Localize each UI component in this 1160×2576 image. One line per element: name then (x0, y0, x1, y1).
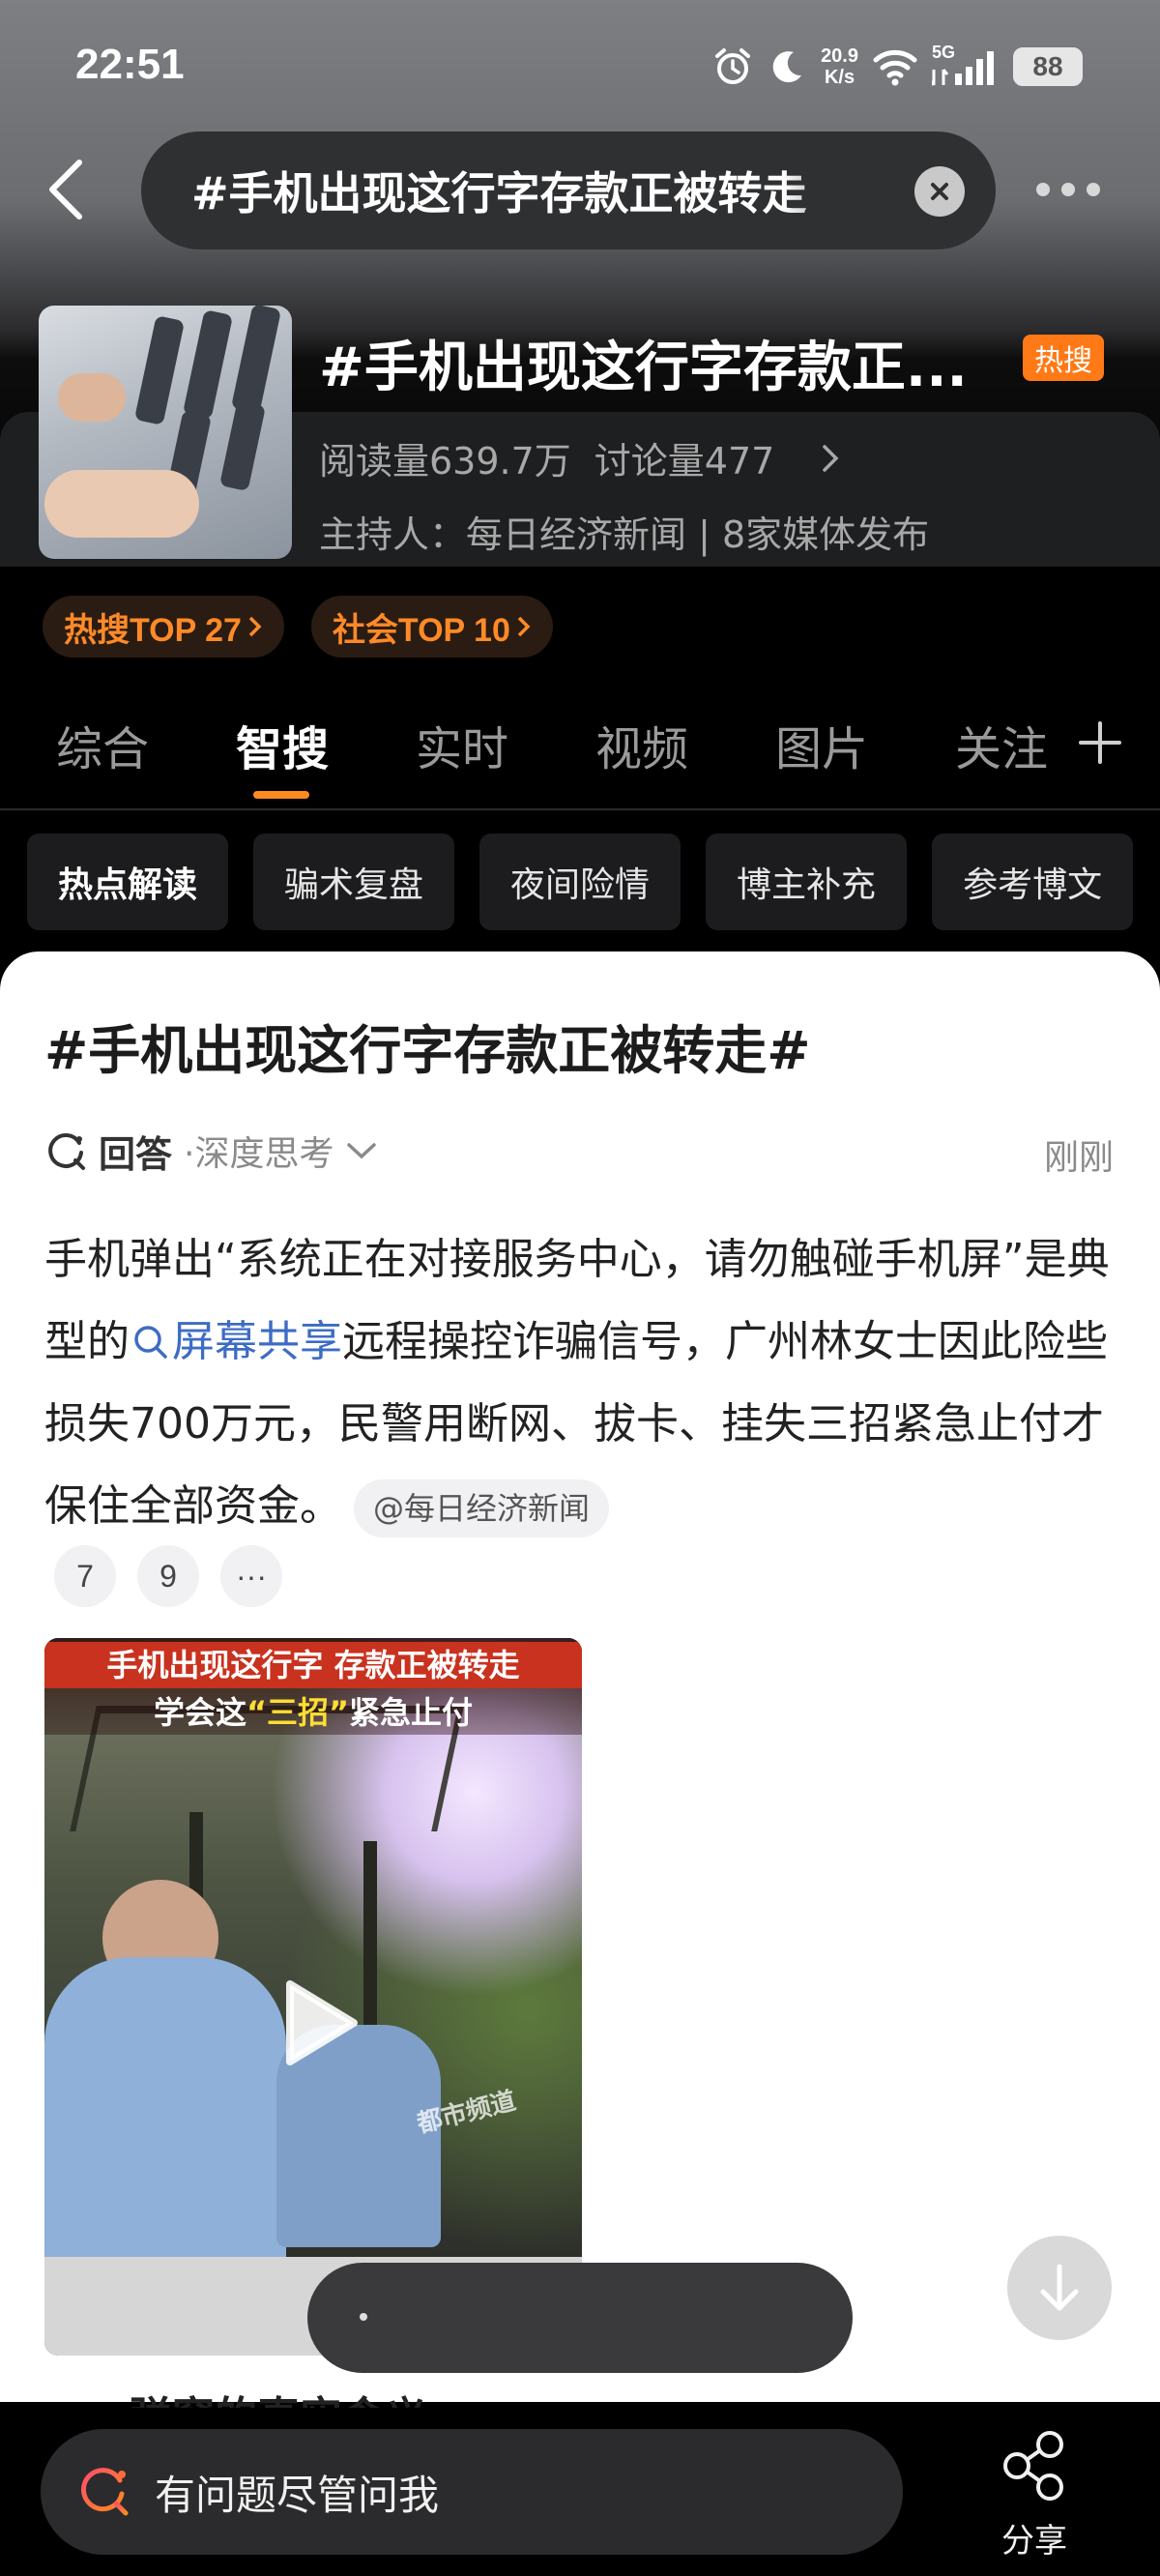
answer-label: 回答 (99, 1132, 173, 1176)
society-rank-label: 社会TOP 10 (332, 611, 510, 649)
chevron-right-icon (517, 616, 531, 637)
wifi-icon (873, 49, 917, 86)
back-arrow-icon[interactable] (39, 155, 97, 224)
tab-smart-search[interactable]: 智搜 (236, 706, 329, 783)
status-icons: 20.9 K/s 5G 88 (712, 43, 1083, 91)
more-dot-icon (1087, 183, 1100, 196)
loading-dot (360, 2313, 367, 2321)
net-speed-value: 20.9 (821, 45, 858, 67)
ask-placeholder: 有问题尽管问我 (155, 2471, 440, 2519)
caption-part: 紧急止付 (349, 1694, 474, 1731)
tab-bar: 综合 智搜 实时 视频 图片 关注 (0, 706, 1160, 812)
ai-search-icon (81, 2468, 129, 2516)
video-scene-person (44, 1957, 286, 2286)
play-icon[interactable] (276, 1975, 363, 2071)
hot-badge: 热搜 (1023, 335, 1104, 381)
loading-toast (307, 2263, 853, 2373)
net-speed-unit: K/s (824, 67, 856, 88)
answer-title: #手机出现这行字存款正被转走# (44, 1020, 811, 1081)
thumb-hand (58, 373, 126, 422)
chip-night-danger[interactable]: 夜间险情 (479, 834, 682, 930)
topic-host: 主持人：每日经济新闻 | 8家媒体发布 (319, 513, 930, 556)
clear-search-button[interactable] (914, 166, 965, 217)
caption-part: 学会这 (153, 1694, 246, 1731)
reference-badge[interactable]: 9 (137, 1545, 199, 1607)
reference-badge[interactable]: 7 (54, 1545, 116, 1607)
discussion-count: 讨论量477 (594, 440, 775, 483)
search-icon (134, 1326, 167, 1359)
reference-list: 7 9 ··· (54, 1545, 282, 1607)
search-link-text: 屏幕共享 (172, 1317, 342, 1366)
answer-card: #手机出现这行字存款正被转走# 回答 ·深度思考 刚刚 手机弹出“系统正在对接服… (0, 951, 1160, 2443)
topic-title[interactable]: #手机出现这行字存款正... (319, 324, 968, 402)
thumb-phone (230, 306, 282, 414)
hot-rank-label: 热搜TOP 27 (64, 611, 242, 649)
arrow-down-icon (1040, 2264, 1079, 2311)
thumb-hand (44, 470, 199, 538)
scroll-down-button[interactable] (1007, 2236, 1112, 2340)
tab-follow[interactable]: 关注 (955, 706, 1048, 783)
sub-chips: 热点解读 骗术复盘 夜间险情 博主补充 参考博文 (27, 834, 1134, 930)
more-dot-icon (1061, 183, 1075, 196)
more-references-button[interactable]: ··· (220, 1545, 282, 1607)
add-tab-icon[interactable] (1075, 717, 1125, 768)
chevron-down-icon (347, 1143, 377, 1159)
caption-highlight: “三招” (246, 1694, 350, 1731)
net-speed: 20.9 K/s (821, 45, 858, 88)
more-dot-icon (1036, 183, 1050, 196)
video-caption-line1: 手机出现这行字 存款正被转走 (44, 1642, 582, 1688)
topic-stats[interactable]: 阅读量639.7万 讨论量477 (319, 431, 842, 484)
search-fade (783, 132, 909, 249)
chip-scam-review[interactable]: 骗术复盘 (253, 834, 455, 930)
ask-input[interactable]: 有问题尽管问我 (41, 2429, 903, 2555)
answer-time: 刚刚 (1043, 1138, 1114, 1178)
search-query: #手机出现这行字存款正被转走 (191, 167, 807, 220)
thumb-phone (133, 315, 186, 425)
read-count: 阅读量639.7万 (319, 440, 571, 483)
alarm-icon (715, 48, 751, 84)
moon-icon (772, 51, 802, 83)
rank-pills: 热搜TOP 27 社会TOP 10 (43, 596, 553, 658)
chip-reference-posts[interactable]: 参考博文 (932, 834, 1134, 930)
chevron-right-icon (248, 616, 262, 637)
status-time: 22:51 (75, 41, 185, 88)
chevron-right-icon (823, 444, 839, 472)
video-player[interactable]: 手机出现这行字 存款正被转走 学会这“三招”紧急止付 都市频道 (44, 1638, 582, 2356)
answer-body: 手机弹出“系统正在对接服务中心，请勿触碰手机屏”是典型的 屏幕共享远程操控诈骗信号… (44, 1218, 1127, 1547)
search-link[interactable]: 屏幕共享 (130, 1317, 342, 1366)
tab-realtime[interactable]: 实时 (416, 706, 508, 783)
video-caption-line2: 学会这“三招”紧急止付 (44, 1690, 582, 1735)
answer-mode-row[interactable]: 回答 ·深度思考 (44, 1122, 378, 1180)
tab-images[interactable]: 图片 (775, 706, 868, 783)
hot-rank-pill[interactable]: 热搜TOP 27 (43, 596, 284, 658)
society-rank-pill[interactable]: 社会TOP 10 (310, 596, 553, 658)
video-caption: 手机出现这行字 存款正被转走 学会这“三招”紧急止付 (44, 1638, 582, 1735)
status-bar: 22:51 20.9 K/s 5G 88 (0, 0, 1160, 135)
tab-comprehensive[interactable]: 综合 (56, 706, 149, 783)
signal-icon: 5G (932, 43, 1000, 87)
thumb-phone (218, 399, 267, 492)
share-label: 分享 (1001, 2522, 1067, 2561)
tab-video[interactable]: 视频 (595, 706, 688, 783)
share-icon (1003, 2431, 1063, 2501)
more-options-button[interactable] (1036, 172, 1114, 207)
topic-thumbnail[interactable] (39, 306, 292, 559)
answer-mode: ·深度思考 (184, 1134, 334, 1174)
chip-blogger-supplement[interactable]: 博主补充 (706, 834, 908, 930)
source-tag[interactable]: @每日经济新闻 (354, 1479, 610, 1537)
battery-indicator: 88 (1013, 47, 1083, 86)
divider (0, 808, 1160, 810)
search-input[interactable]: #手机出现这行字存款正被转走 (141, 132, 996, 249)
chip-hot-interpretation[interactable]: 热点解读 (27, 834, 229, 930)
bottom-bar: 有问题尽管问我 分享 (0, 2408, 1160, 2576)
share-button[interactable]: 分享 (986, 2427, 1083, 2572)
close-icon (931, 183, 948, 200)
active-tab-indicator (253, 791, 309, 799)
thumb-phone (182, 309, 234, 420)
ai-search-icon (48, 1132, 85, 1170)
